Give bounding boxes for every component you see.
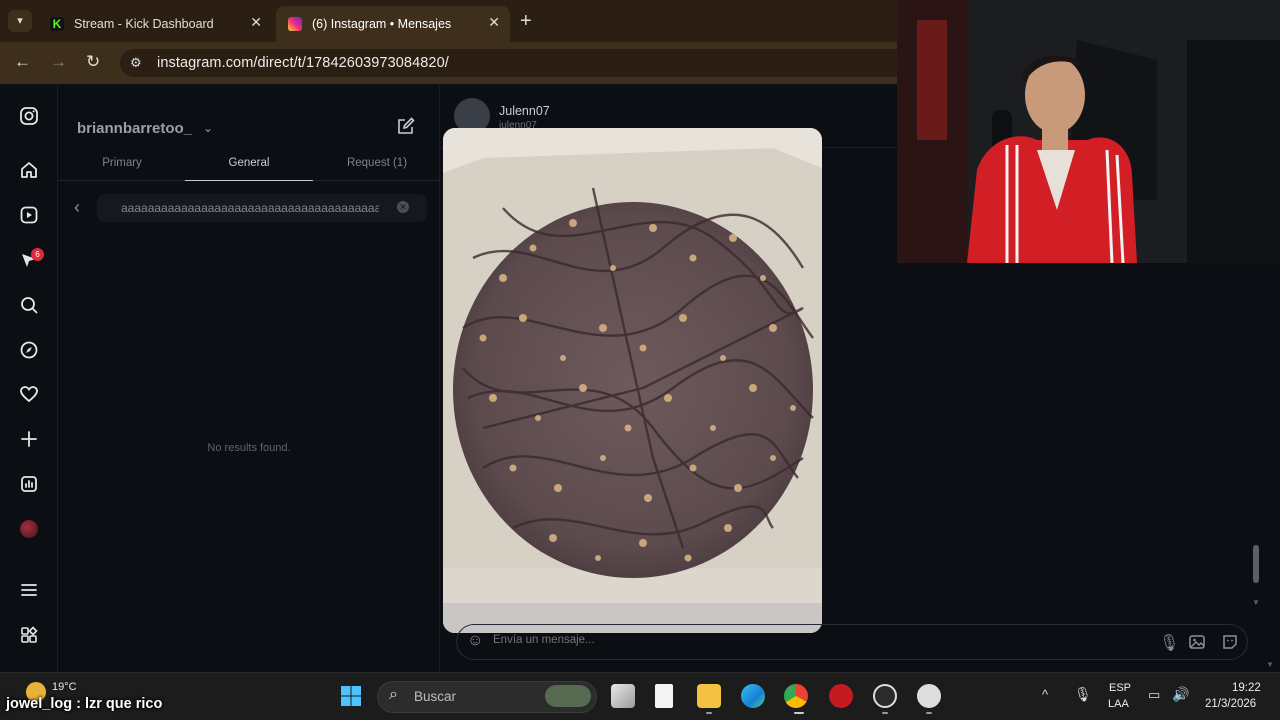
compose-icon[interactable] (396, 116, 416, 141)
file-explorer-icon[interactable] (697, 684, 721, 708)
close-tab-icon[interactable]: ✕ (488, 14, 500, 31)
tray-overflow-chevron-icon[interactable]: ^ (1042, 687, 1048, 702)
image-upload-icon[interactable] (1188, 633, 1206, 656)
home-icon[interactable] (19, 160, 39, 180)
clock-date[interactable]: 21/3/2026 (1205, 698, 1256, 710)
microphone-icon[interactable]: 🎙 (1074, 686, 1092, 703)
reload-icon[interactable]: ↻ (86, 52, 100, 72)
weather-temperature[interactable]: 19°C (52, 681, 77, 693)
chevron-down-icon[interactable]: ⌄ (203, 121, 213, 135)
forward-arrow-icon[interactable]: → (50, 52, 67, 72)
kick-favicon-icon: K (50, 17, 64, 31)
active-tab-indicator (185, 180, 313, 181)
chrome-browser-icon[interactable] (784, 684, 808, 708)
taskbar-search-placeholder[interactable]: Buscar (414, 689, 456, 704)
new-tab-button[interactable]: + (520, 10, 532, 33)
gaming-app-icon[interactable] (829, 684, 853, 708)
menu-icon[interactable] (19, 580, 39, 600)
search-icon[interactable] (19, 295, 39, 315)
site-settings-icon[interactable]: ⚙ (130, 55, 142, 71)
tab-requests[interactable]: Request (1) (339, 157, 415, 169)
heart-icon[interactable] (19, 384, 39, 404)
windows-start-icon[interactable] (340, 685, 362, 707)
apps-grid-icon[interactable] (19, 625, 39, 645)
tab-title: (6) Instagram • Mensajes (312, 17, 452, 31)
search-input-value[interactable]: aaaaaaaaaaaaaaaaaaaaaaaaaaaaaaaaaaaaaaaa… (121, 201, 379, 215)
message-input[interactable] (493, 634, 893, 646)
back-chevron-icon[interactable]: ‹ (74, 197, 80, 218)
file-icon[interactable] (655, 684, 673, 708)
chat-contact-name[interactable]: Julenn07 (499, 104, 550, 118)
scroll-down-arrow-icon[interactable]: ▼ (1266, 660, 1274, 669)
app-running-indicator (882, 712, 888, 714)
emoji-icon[interactable]: ☺ (467, 632, 483, 650)
tab-instagram[interactable]: (6) Instagram • Mensajes ✕ (276, 6, 510, 42)
empty-state-text: No results found. (207, 442, 291, 454)
brownie-photo-image (443, 128, 822, 633)
volume-icon[interactable]: 🔊 (1172, 686, 1189, 703)
input-language-top[interactable]: ESP (1109, 682, 1131, 694)
tab-primary[interactable]: Primary (92, 157, 152, 169)
notification-badge: 6 (31, 248, 44, 261)
url-text[interactable]: instagram.com/direct/t/17842603973084820… (157, 55, 449, 71)
webcam-overlay (897, 0, 1280, 263)
back-arrow-icon[interactable]: ← (14, 52, 31, 72)
instagram-favicon-icon (288, 17, 302, 31)
scroll-down-arrow-icon[interactable]: ▼ (1252, 598, 1260, 607)
sticker-icon[interactable] (1221, 633, 1239, 656)
obs-studio-icon[interactable] (873, 684, 897, 708)
edge-browser-icon[interactable] (741, 684, 765, 708)
search-icon: ⌕ (389, 686, 398, 703)
scrollbar-thumb[interactable] (1253, 545, 1259, 583)
tab-search-chevron-icon[interactable]: ▾ (8, 10, 32, 32)
media-player-icon[interactable] (917, 684, 941, 708)
search-highlight-image (545, 685, 591, 707)
instagram-logo-icon[interactable] (19, 106, 39, 126)
profile-avatar[interactable] (19, 519, 39, 539)
network-icon[interactable]: ▭ (1148, 687, 1160, 703)
create-plus-icon[interactable] (19, 429, 39, 449)
tab-general[interactable]: General (219, 157, 279, 169)
dashboard-icon[interactable] (19, 474, 39, 494)
clock-time[interactable]: 19:22 (1232, 682, 1261, 694)
inbox-panel (58, 86, 440, 672)
task-view-icon[interactable] (611, 684, 635, 708)
tab-kick-dashboard[interactable]: K Stream - Kick Dashboard ✕ (38, 6, 272, 42)
stream-chat-message: jowel_log : lzr que rico (6, 696, 163, 712)
microphone-icon[interactable]: 🎙 (1159, 633, 1179, 653)
input-language-bottom[interactable]: LAA (1108, 698, 1129, 710)
app-running-indicator (706, 712, 712, 714)
app-active-indicator (794, 712, 804, 714)
reels-icon[interactable] (19, 205, 39, 225)
tab-title: Stream - Kick Dashboard (74, 17, 214, 31)
clear-search-icon[interactable]: ✕ (397, 201, 409, 213)
account-username[interactable]: briannbarretoo_ (77, 120, 192, 137)
streamer-webcam-image (897, 0, 1280, 263)
close-tab-icon[interactable]: ✕ (250, 14, 262, 31)
explore-icon[interactable] (19, 340, 39, 360)
shared-photo[interactable] (443, 128, 822, 633)
app-running-indicator (926, 712, 932, 714)
